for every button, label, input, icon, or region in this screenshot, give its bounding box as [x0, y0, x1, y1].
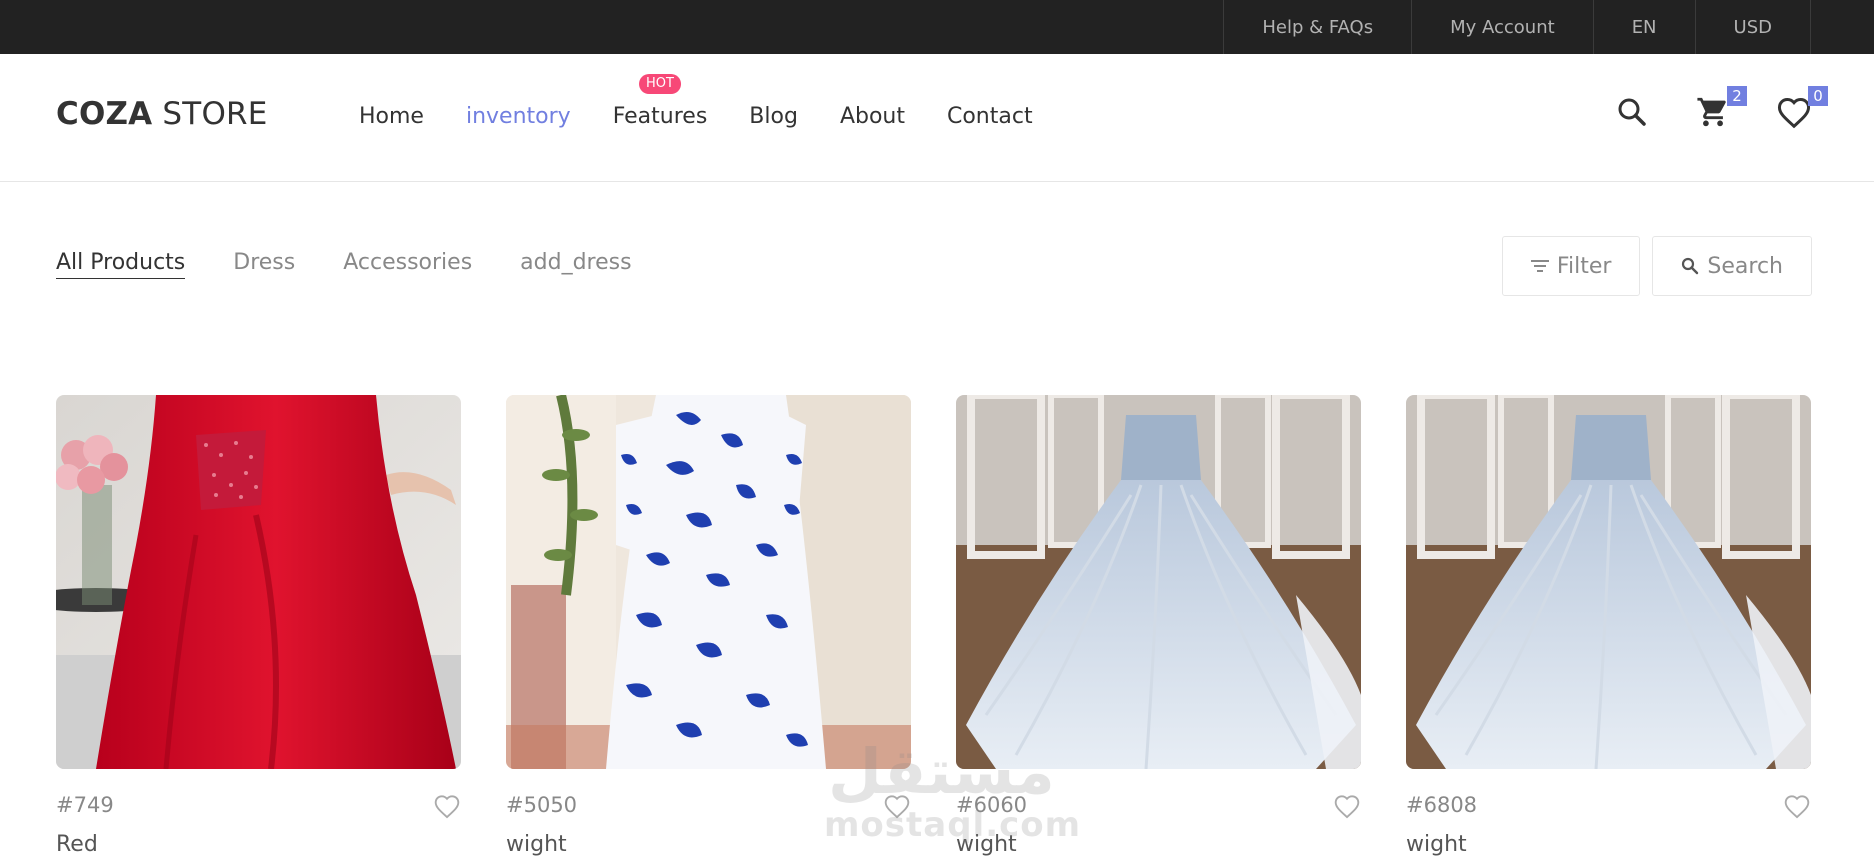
nav-about[interactable]: About	[840, 104, 905, 129]
product-meta: #749 Red	[56, 769, 461, 859]
logo-rest: STORE	[152, 96, 268, 132]
nav-blog[interactable]: Blog	[749, 104, 798, 129]
language-selector[interactable]: EN	[1592, 0, 1695, 54]
main-header: COZA STORE Home inventory Features HOT B…	[0, 54, 1874, 182]
product-card: #6808 wight	[1406, 395, 1811, 859]
filter-button[interactable]: Filter	[1501, 236, 1641, 296]
product-grid: #749 Red #5050 wight #6060 wight #6808 w…	[56, 395, 1811, 859]
heart-icon[interactable]	[1333, 793, 1361, 819]
nav-features[interactable]: Features HOT	[612, 74, 708, 129]
search-icon[interactable]	[1612, 92, 1652, 132]
nav-home[interactable]: Home	[359, 104, 424, 129]
wishlist-count-badge: 0	[1808, 86, 1828, 106]
filter-icon	[1530, 258, 1549, 274]
nav-features-label: Features	[612, 104, 708, 129]
product-id[interactable]: #6808	[1406, 793, 1477, 817]
product-tools: Filter Search	[1490, 236, 1812, 296]
search-button[interactable]: Search	[1652, 236, 1812, 296]
product-id[interactable]: #6060	[956, 793, 1027, 817]
nav-inventory[interactable]: inventory	[466, 104, 571, 129]
heart-icon[interactable]	[883, 793, 911, 819]
product-id[interactable]: #749	[56, 793, 114, 817]
product-image-red-dress[interactable]	[56, 395, 461, 769]
product-meta: #5050 wight	[506, 769, 911, 859]
cart-icon[interactable]: 2	[1693, 86, 1747, 132]
header-icons: 2 0	[1571, 86, 1828, 132]
heart-icon[interactable]	[433, 793, 461, 819]
logo[interactable]: COZA STORE	[56, 96, 268, 132]
category-add-dress[interactable]: add_dress	[520, 250, 631, 279]
product-card: #749 Red	[56, 395, 461, 859]
logo-bold: COZA	[56, 96, 153, 132]
category-filter: All Products Dress Accessories add_dress	[56, 250, 680, 279]
product-image-floral-dress[interactable]	[506, 395, 911, 769]
cart-count-badge: 2	[1727, 86, 1747, 106]
help-faqs-link[interactable]: Help & FAQs	[1223, 0, 1411, 54]
product-name: Red	[56, 832, 98, 857]
wishlist-icon[interactable]: 0	[1774, 86, 1828, 132]
product-id[interactable]: #5050	[506, 793, 577, 817]
product-image-white-gown[interactable]	[956, 395, 1361, 769]
category-all-products[interactable]: All Products	[56, 250, 186, 279]
search-label: Search	[1707, 253, 1783, 279]
main-nav: Home inventory Features HOT Blog About C…	[359, 74, 1075, 129]
category-dress[interactable]: Dress	[233, 250, 295, 279]
product-card: #5050 wight	[506, 395, 911, 859]
product-name: wight	[1406, 832, 1467, 857]
product-meta: #6808 wight	[1406, 769, 1811, 859]
my-account-link[interactable]: My Account	[1411, 0, 1593, 54]
top-bar: Help & FAQs My Account EN USD	[0, 0, 1874, 54]
filter-label: Filter	[1556, 253, 1612, 279]
product-meta: #6060 wight	[956, 769, 1361, 859]
top-bar-links: Help & FAQs My Account EN USD	[1223, 0, 1811, 54]
product-name: wight	[506, 832, 567, 857]
product-card: #6060 wight	[956, 395, 1361, 859]
nav-contact[interactable]: Contact	[947, 104, 1033, 129]
product-name: wight	[956, 832, 1017, 857]
category-accessories[interactable]: Accessories	[343, 250, 472, 279]
search-small-icon	[1681, 257, 1699, 275]
hot-badge: HOT	[639, 74, 681, 94]
currency-selector[interactable]: USD	[1694, 0, 1811, 54]
product-image-white-gown[interactable]	[1406, 395, 1811, 769]
heart-icon[interactable]	[1783, 793, 1811, 819]
